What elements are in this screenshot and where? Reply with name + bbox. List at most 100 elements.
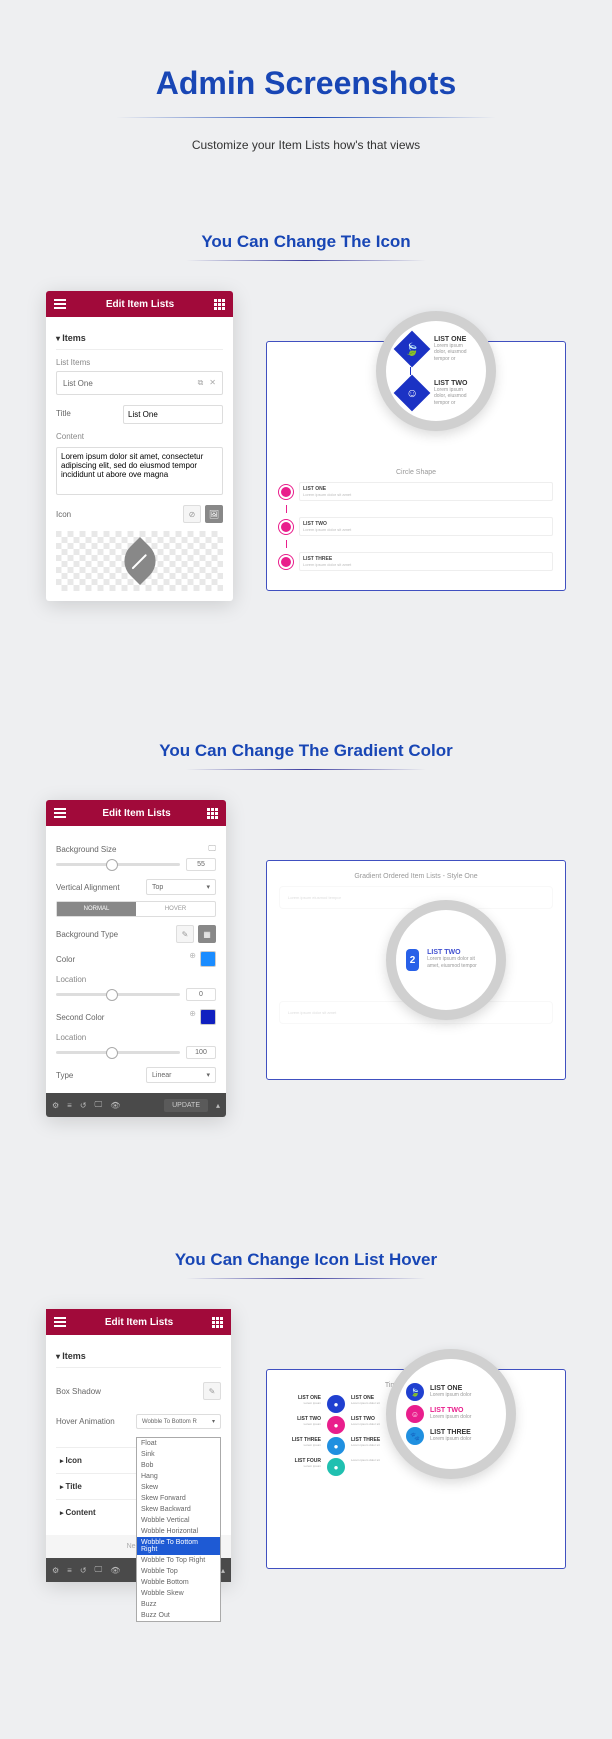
accordion-items[interactable]: Items <box>56 1345 221 1368</box>
dropdown-option[interactable]: Bob <box>137 1460 220 1471</box>
location-value[interactable]: 0 <box>186 988 216 1001</box>
preview-icon[interactable]: 👁 <box>110 1566 120 1575</box>
preview-icon[interactable]: 👁 <box>110 1101 120 1110</box>
menu-icon[interactable] <box>54 1317 66 1327</box>
hover-anim-select[interactable]: Wobble To Bottom R▾ <box>136 1414 221 1429</box>
desktop-icon[interactable]: 🖵 <box>208 844 216 854</box>
bg-size-slider[interactable] <box>56 863 180 866</box>
magnifier-lens: 2 LIST TWOLorem ipsum dolor sit amet, ei… <box>386 900 506 1020</box>
divider <box>186 260 426 261</box>
circle-item: LIST TWOLorem ipsum dolor sit amet <box>279 517 553 536</box>
page-subtitle: Customize your Item Lists how's that vie… <box>0 138 612 152</box>
color-swatch[interactable] <box>200 951 216 967</box>
dropdown-option[interactable]: Wobble Top <box>137 1566 220 1577</box>
leaf-icon: 🍃 <box>406 1383 424 1401</box>
settings-icon[interactable]: ⚙ <box>52 1566 59 1575</box>
panel-header: Edit Item Lists <box>46 291 233 317</box>
media-button[interactable]: 🖼 <box>205 505 223 523</box>
icon-preview[interactable] <box>56 531 223 591</box>
valign-select[interactable]: Top▾ <box>146 879 216 895</box>
classic-bg-button[interactable]: ✎ <box>176 925 194 943</box>
gradient-card: Lorem ipsum eiusmod tempor <box>279 886 553 909</box>
dropdown-option[interactable]: Wobble Bottom <box>137 1577 220 1588</box>
update-button[interactable]: UPDATE <box>164 1099 208 1112</box>
timeline-icon: ● <box>327 1416 345 1434</box>
dropdown-option[interactable]: Hang <box>137 1471 220 1482</box>
apps-icon[interactable] <box>212 1317 223 1328</box>
color-label: Color <box>56 955 75 964</box>
dropdown-option[interactable]: Wobble To Top Right <box>137 1555 220 1566</box>
panel-header: Edit Item Lists <box>46 1309 231 1335</box>
dropdown-option[interactable]: Skew Backward <box>137 1504 220 1515</box>
apps-icon[interactable] <box>207 808 218 819</box>
edit-shadow-button[interactable]: ✎ <box>203 1382 221 1400</box>
title-input[interactable] <box>123 405 223 424</box>
diamond-icon: 🍃 <box>394 331 431 368</box>
icon-label: Icon <box>56 510 106 519</box>
chevron-up-icon[interactable]: ▴ <box>216 1101 220 1110</box>
number-badge: 2 <box>406 949 419 971</box>
layers-icon[interactable]: ≡ <box>67 1566 72 1575</box>
dropdown-option[interactable]: Skew Forward <box>137 1493 220 1504</box>
location2-label: Location <box>56 1033 216 1042</box>
dropdown-option[interactable]: Wobble Skew <box>137 1588 220 1599</box>
menu-icon[interactable] <box>54 299 66 309</box>
duplicate-icon[interactable]: ⧉ <box>198 378 204 388</box>
bg-size-label: Background Size <box>56 845 116 854</box>
content-textarea[interactable] <box>56 447 223 495</box>
section-title-1: You Can Change The Icon <box>0 202 612 260</box>
divider <box>186 769 426 770</box>
location2-slider[interactable] <box>56 1051 180 1054</box>
content-label: Content <box>56 432 223 441</box>
tab-hover[interactable]: HOVER <box>136 902 215 916</box>
location2-value[interactable]: 100 <box>186 1046 216 1059</box>
tab-normal[interactable]: NORMAL <box>57 902 136 916</box>
state-tabs: NORMAL HOVER <box>56 901 216 917</box>
dropdown-option[interactable]: Wobble Vertical <box>137 1515 220 1526</box>
responsive-icon[interactable]: 🖵 <box>95 1565 103 1575</box>
settings-icon[interactable]: ⚙ <box>52 1101 59 1110</box>
second-color-swatch[interactable] <box>200 1009 216 1025</box>
bg-type-label: Background Type <box>56 930 118 939</box>
dropdown-option[interactable]: Wobble Horizontal <box>137 1526 220 1537</box>
globe-icon[interactable]: ⊕ <box>189 1009 196 1025</box>
timeline-icon: ● <box>327 1395 345 1413</box>
divider <box>116 117 496 118</box>
close-icon[interactable]: ✕ <box>209 378 216 388</box>
location-slider[interactable] <box>56 993 180 996</box>
dropdown-option[interactable]: Buzz Out <box>137 1610 220 1621</box>
dropdown-option[interactable]: Wobble To Bottom Right <box>137 1537 220 1555</box>
diamond-icon: ☺ <box>394 375 431 412</box>
panel-title: Edit Item Lists <box>106 299 174 310</box>
bg-size-value[interactable]: 55 <box>186 858 216 871</box>
no-icon-button[interactable]: ⊘ <box>183 505 201 523</box>
box-shadow-label: Box Shadow <box>56 1387 101 1396</box>
valign-label: Vertical Alignment <box>56 883 120 892</box>
responsive-icon[interactable]: 🖵 <box>95 1100 103 1110</box>
list-item-name: List One <box>63 379 93 388</box>
section-title-3: You Can Change Icon List Hover <box>0 1220 612 1278</box>
hover-anim-dropdown[interactable]: FloatSinkBobHangSkewSkew ForwardSkew Bac… <box>136 1437 221 1622</box>
accordion-items[interactable]: Items <box>56 327 223 350</box>
type-label: Type <box>56 1071 73 1080</box>
apps-icon[interactable] <box>214 299 225 310</box>
page-title: Admin Screenshots <box>0 0 612 117</box>
circle-item: LIST THREELorem ipsum dolor sit amet <box>279 552 553 571</box>
preview-shape-label: Circle Shape <box>279 469 553 476</box>
dropdown-option[interactable]: Skew <box>137 1482 220 1493</box>
panel-header: Edit Item Lists <box>46 800 226 826</box>
gradient-bg-button[interactable]: ▦ <box>198 925 216 943</box>
history-icon[interactable]: ↺ <box>80 1101 87 1110</box>
type-select[interactable]: Linear▾ <box>146 1067 216 1083</box>
layers-icon[interactable]: ≡ <box>67 1101 72 1110</box>
editor-panel: Edit Item Lists Items List Items List On… <box>46 291 233 601</box>
dropdown-option[interactable]: Float <box>137 1438 220 1449</box>
dropdown-option[interactable]: Buzz <box>137 1599 220 1610</box>
dropdown-option[interactable]: Sink <box>137 1449 220 1460</box>
list-item-row[interactable]: List One ⧉ ✕ <box>56 371 223 395</box>
chevron-up-icon[interactable]: ▴ <box>221 1566 225 1575</box>
magnifier-lens: 🍃LIST ONELorem ipsum dolor ☺LIST TWOLore… <box>386 1349 516 1479</box>
history-icon[interactable]: ↺ <box>80 1566 87 1575</box>
menu-icon[interactable] <box>54 808 66 818</box>
globe-icon[interactable]: ⊕ <box>189 951 196 967</box>
